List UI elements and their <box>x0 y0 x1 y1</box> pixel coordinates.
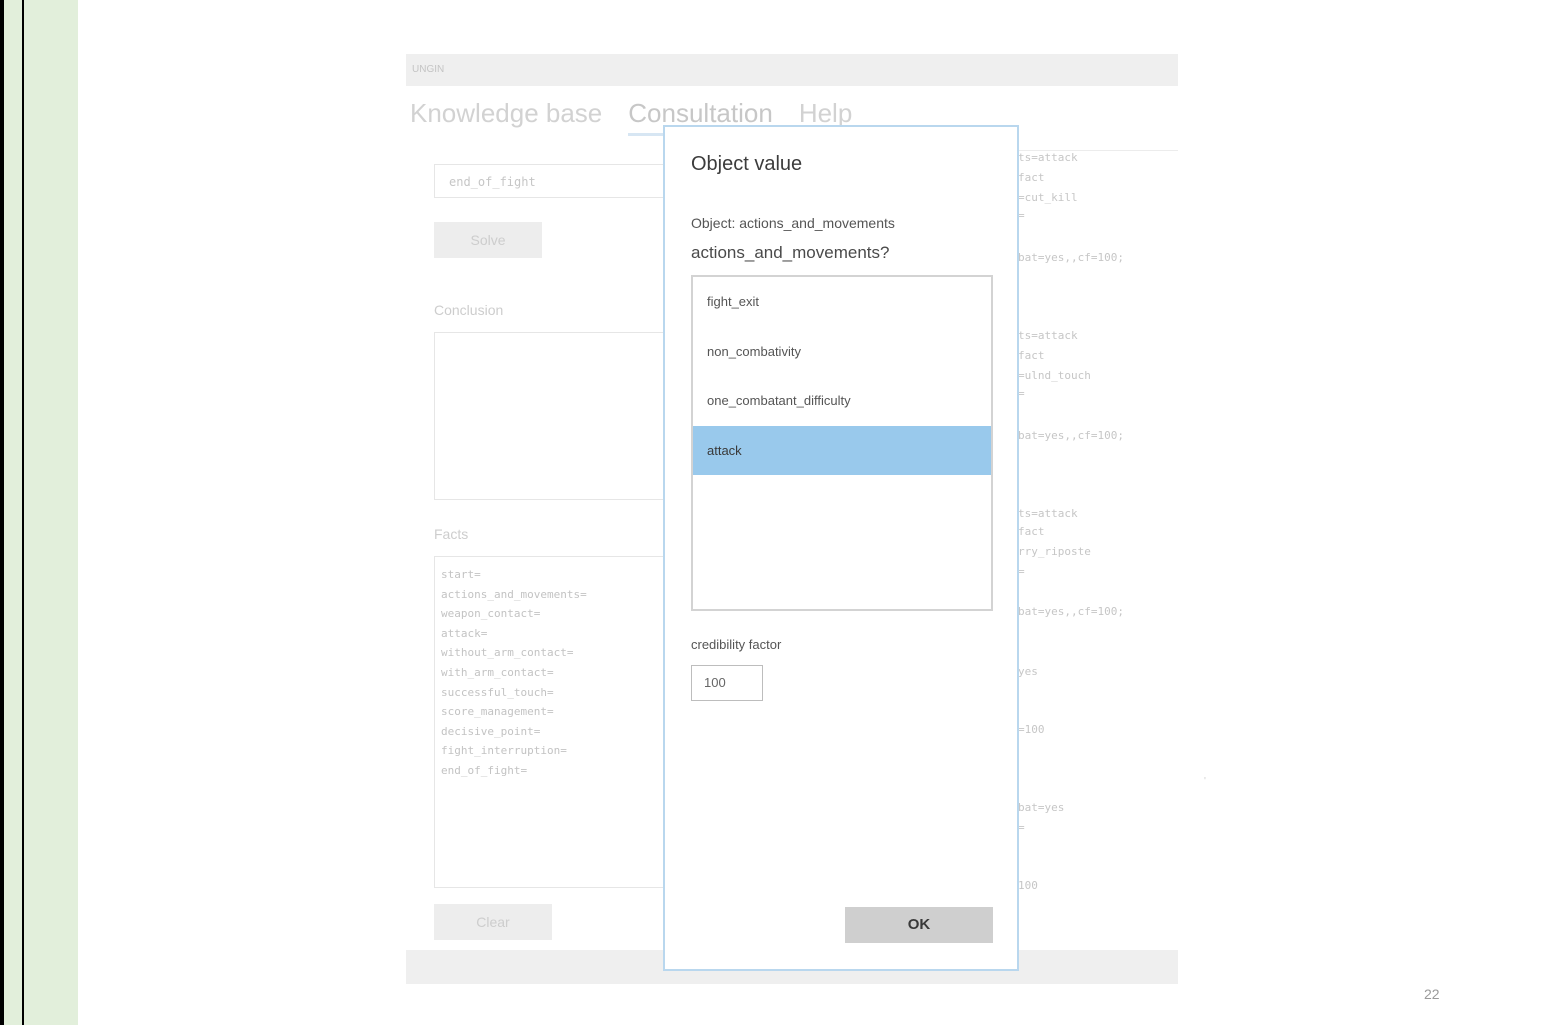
slide-page-number: 22 <box>1424 986 1440 1002</box>
window-title-bar: UNGIN <box>406 54 1178 86</box>
rule-text-line: ts=attack <box>1018 507 1078 520</box>
facts-line: with_arm_contact= <box>441 665 554 679</box>
rule-text-line: bat=yes,,cf=100; <box>1018 605 1124 618</box>
options-listbox[interactable]: fight_exit non_combativity one_combatant… <box>691 275 993 611</box>
facts-line: start= <box>441 568 481 581</box>
goal-input[interactable]: end_of_fight <box>434 164 684 198</box>
credibility-factor-input[interactable]: 100 <box>691 665 763 701</box>
facts-label: Facts <box>434 526 469 542</box>
rule-text-line: =cut_kill <box>1018 191 1078 204</box>
left-green-strip <box>4 0 24 1025</box>
rule-text-line: =ulnd_touch <box>1018 369 1091 382</box>
rule-text-line: ts=attack <box>1018 151 1078 164</box>
rule-text-line: bat=yes <box>1018 801 1065 814</box>
solve-button[interactable]: Solve <box>434 222 542 258</box>
rule-text-line: 100 <box>1018 879 1038 892</box>
conclusion-label: Conclusion <box>434 302 504 318</box>
rule-text-line: =100 <box>1018 723 1045 736</box>
facts-line: attack= <box>441 626 488 640</box>
credibility-factor-label: credibility factor <box>691 637 782 652</box>
rule-text-line: fact <box>1018 171 1045 184</box>
facts-line: fight_interruption= <box>441 744 567 758</box>
facts-line: successful_touch= <box>441 685 554 699</box>
dialog-object-line: Object: actions_and_movements <box>691 215 895 231</box>
facts-line: actions_and_movements= <box>441 587 587 601</box>
facts-textarea[interactable]: start= actions_and_movements= weapon_con… <box>434 556 686 888</box>
facts-line: decisive_point= <box>441 724 541 738</box>
window-title: UNGIN <box>412 64 445 75</box>
tab-knowledge-base[interactable]: Knowledge base <box>410 98 602 129</box>
dialog-question: actions_and_movements? <box>691 243 890 262</box>
dialog-title: Object value <box>691 153 803 175</box>
rule-text-line: bat=yes,,cf=100; <box>1018 429 1124 442</box>
rule-text-line: fact <box>1018 349 1045 362</box>
facts-line: weapon_contact= <box>441 607 541 621</box>
stray-mark: ' <box>1204 776 1206 787</box>
list-item[interactable]: one_combatant_difficulty <box>693 376 991 426</box>
facts-line: end_of_fight= <box>441 763 528 777</box>
ok-button[interactable]: OK <box>845 907 993 943</box>
list-item-selected[interactable]: attack <box>693 425 991 475</box>
rule-text-line: rry_riposte <box>1018 545 1091 558</box>
facts-line: score_management= <box>441 705 554 719</box>
object-value-dialog: Object value Object: actions_and_movemen… <box>663 125 1019 971</box>
rule-text-line: fact <box>1018 525 1045 538</box>
clear-button[interactable]: Clear <box>434 904 552 940</box>
facts-line: without_arm_contact= <box>441 646 574 660</box>
left-green-panel <box>24 0 78 1025</box>
rule-text-line: ts=attack <box>1018 329 1078 342</box>
conclusion-textarea[interactable] <box>434 332 686 500</box>
rules-text-panel: ts=attack fact =cut_kill = bat=yes,,cf=1… <box>1018 150 1178 935</box>
list-item[interactable]: fight_exit <box>693 277 991 327</box>
list-item[interactable]: non_combativity <box>693 327 991 377</box>
rule-text-line: bat=yes,,cf=100; <box>1018 251 1124 264</box>
rule-text-line: yes <box>1018 665 1038 678</box>
